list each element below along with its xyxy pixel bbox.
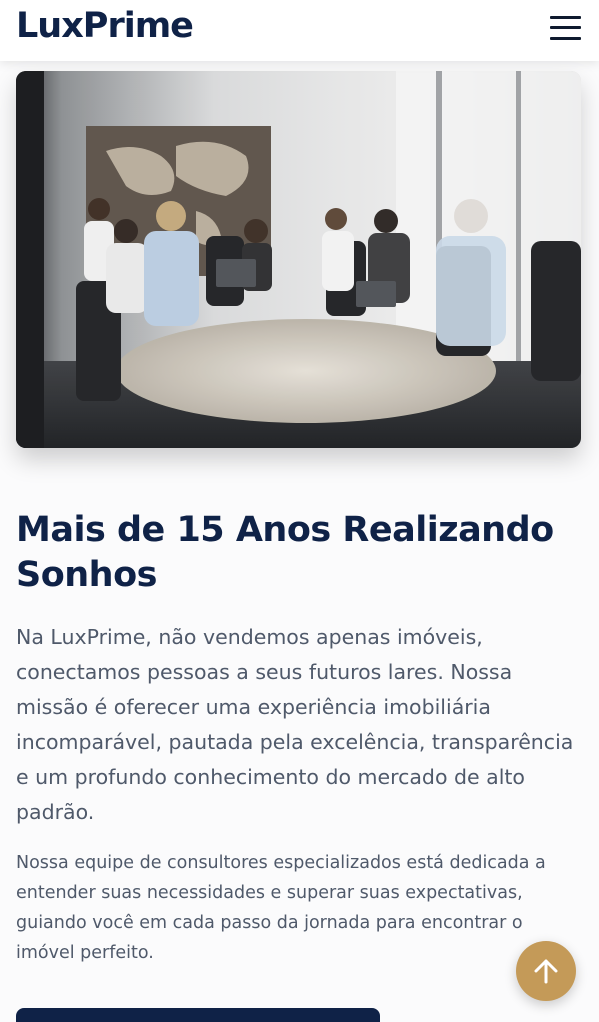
cta-button[interactable]	[16, 1008, 380, 1022]
site-header: LuxPrime	[0, 0, 599, 61]
logo[interactable]: LuxPrime	[16, 6, 194, 46]
section-title: Mais de 15 Anos Realizando Sonhos	[16, 510, 554, 595]
office-meeting-image	[16, 71, 581, 448]
body-paragraph: Nossa equipe de consultores especializad…	[16, 853, 546, 963]
hamburger-menu-icon	[550, 16, 581, 19]
lead-paragraph: Na LuxPrime, não vendemos apenas imóveis…	[16, 625, 574, 824]
menu-button[interactable]	[545, 12, 583, 46]
arrow-up-icon	[534, 959, 558, 984]
scroll-to-top-button[interactable]	[516, 941, 576, 1001]
